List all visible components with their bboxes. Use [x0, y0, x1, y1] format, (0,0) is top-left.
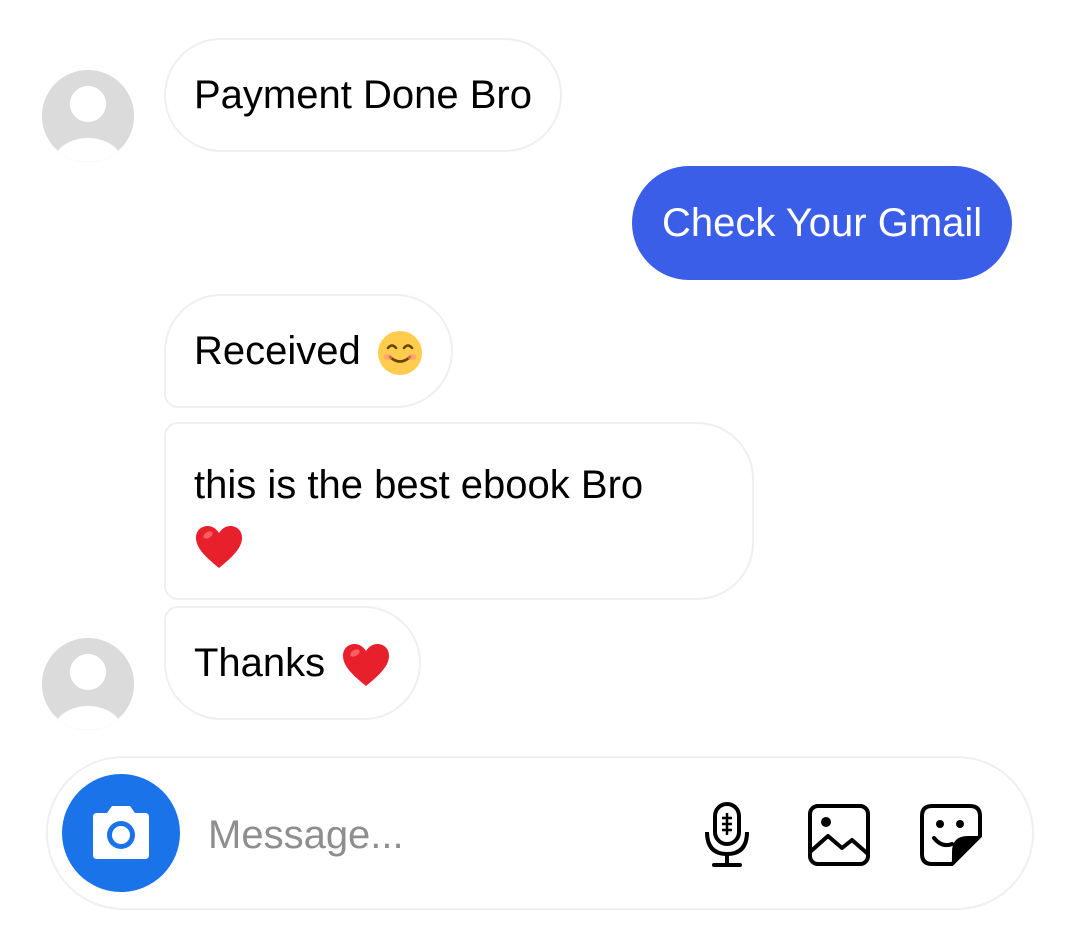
- default-avatar-icon: [42, 70, 134, 162]
- message-bubble-received[interactable]: Thanks: [164, 606, 422, 720]
- message-composer: [46, 756, 1034, 910]
- chat-screen: Payment Done Bro Check Your Gmail Receiv…: [0, 0, 1080, 935]
- message-bubble-received[interactable]: Payment Done Bro: [164, 38, 562, 152]
- camera-button[interactable]: [62, 774, 180, 892]
- voice-message-button[interactable]: [692, 800, 762, 870]
- red-heart-icon: [194, 524, 244, 570]
- message-bubble-sent[interactable]: Check Your Gmail: [632, 166, 1013, 280]
- sticker-icon: [920, 804, 982, 866]
- message-input[interactable]: [208, 806, 668, 864]
- message-text: this is the best ebook Bro: [194, 463, 644, 507]
- message-text: Thanks: [194, 641, 326, 685]
- message-bubble-received[interactable]: this is the best ebook Bro: [164, 422, 754, 600]
- sticker-button[interactable]: [916, 800, 986, 870]
- message-bubble-received[interactable]: Received: [164, 294, 453, 408]
- microphone-icon: [705, 802, 749, 867]
- gallery-button[interactable]: [804, 800, 874, 870]
- smiling-face-icon: [377, 330, 423, 376]
- camera-icon: [93, 806, 149, 859]
- message-text: Received: [194, 329, 361, 373]
- message-text: Payment Done Bro: [194, 73, 532, 117]
- gallery-icon: [808, 804, 870, 866]
- message-text: Check Your Gmail: [662, 201, 983, 245]
- red-heart-icon: [341, 642, 391, 688]
- contact-avatar[interactable]: [42, 70, 134, 162]
- default-avatar-icon: [42, 638, 134, 730]
- contact-avatar[interactable]: [42, 638, 134, 730]
